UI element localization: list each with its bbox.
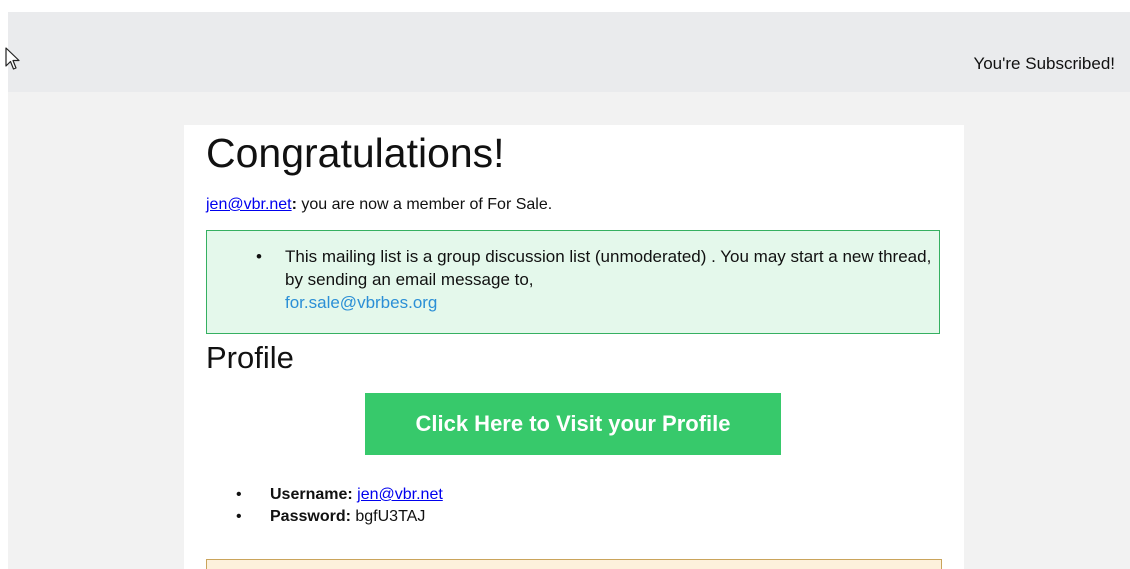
header-title: You're Subscribed! <box>973 54 1115 73</box>
password-item: • Password: bgfU3TAJ <box>236 506 443 528</box>
member-email-link[interactable]: jen@vbr.net <box>206 196 292 213</box>
list-email-address[interactable]: for.sale@vbrbes.org <box>285 293 437 312</box>
username-label: Username: <box>270 486 353 503</box>
password-label: Password: <box>270 508 351 525</box>
page: You're Subscribed! Congratulations! jen@… <box>0 0 1130 569</box>
info-text: This mailing list is a group discussion … <box>285 247 932 289</box>
bullet-icon: • <box>256 247 262 266</box>
subscription-card: Congratulations! jen@vbr.net: you are no… <box>184 125 964 569</box>
username-item: • Username: jen@vbr.net <box>236 484 443 506</box>
password-value: bgfU3TAJ <box>355 508 426 525</box>
info-list-item: • This mailing list is a group discussio… <box>256 245 935 314</box>
mouse-pointer-icon <box>5 47 20 70</box>
bullet-icon: • <box>236 486 242 503</box>
membership-text: you are now a member of For Sale. <box>296 196 553 213</box>
membership-message: jen@vbr.net: you are now a member of For… <box>206 196 552 214</box>
username-link[interactable]: jen@vbr.net <box>357 486 443 503</box>
header-bar: You're Subscribed! <box>8 12 1130 92</box>
credentials-list: • Username: jen@vbr.net • Password: bgfU… <box>236 484 443 528</box>
visit-profile-button[interactable]: Click Here to Visit your Profile <box>365 393 781 455</box>
bullet-icon: • <box>236 508 242 525</box>
list-info-box: • This mailing list is a group discussio… <box>206 230 940 334</box>
page-title: Congratulations! <box>206 130 505 176</box>
notice-box <box>206 559 942 569</box>
profile-heading: Profile <box>206 340 294 375</box>
